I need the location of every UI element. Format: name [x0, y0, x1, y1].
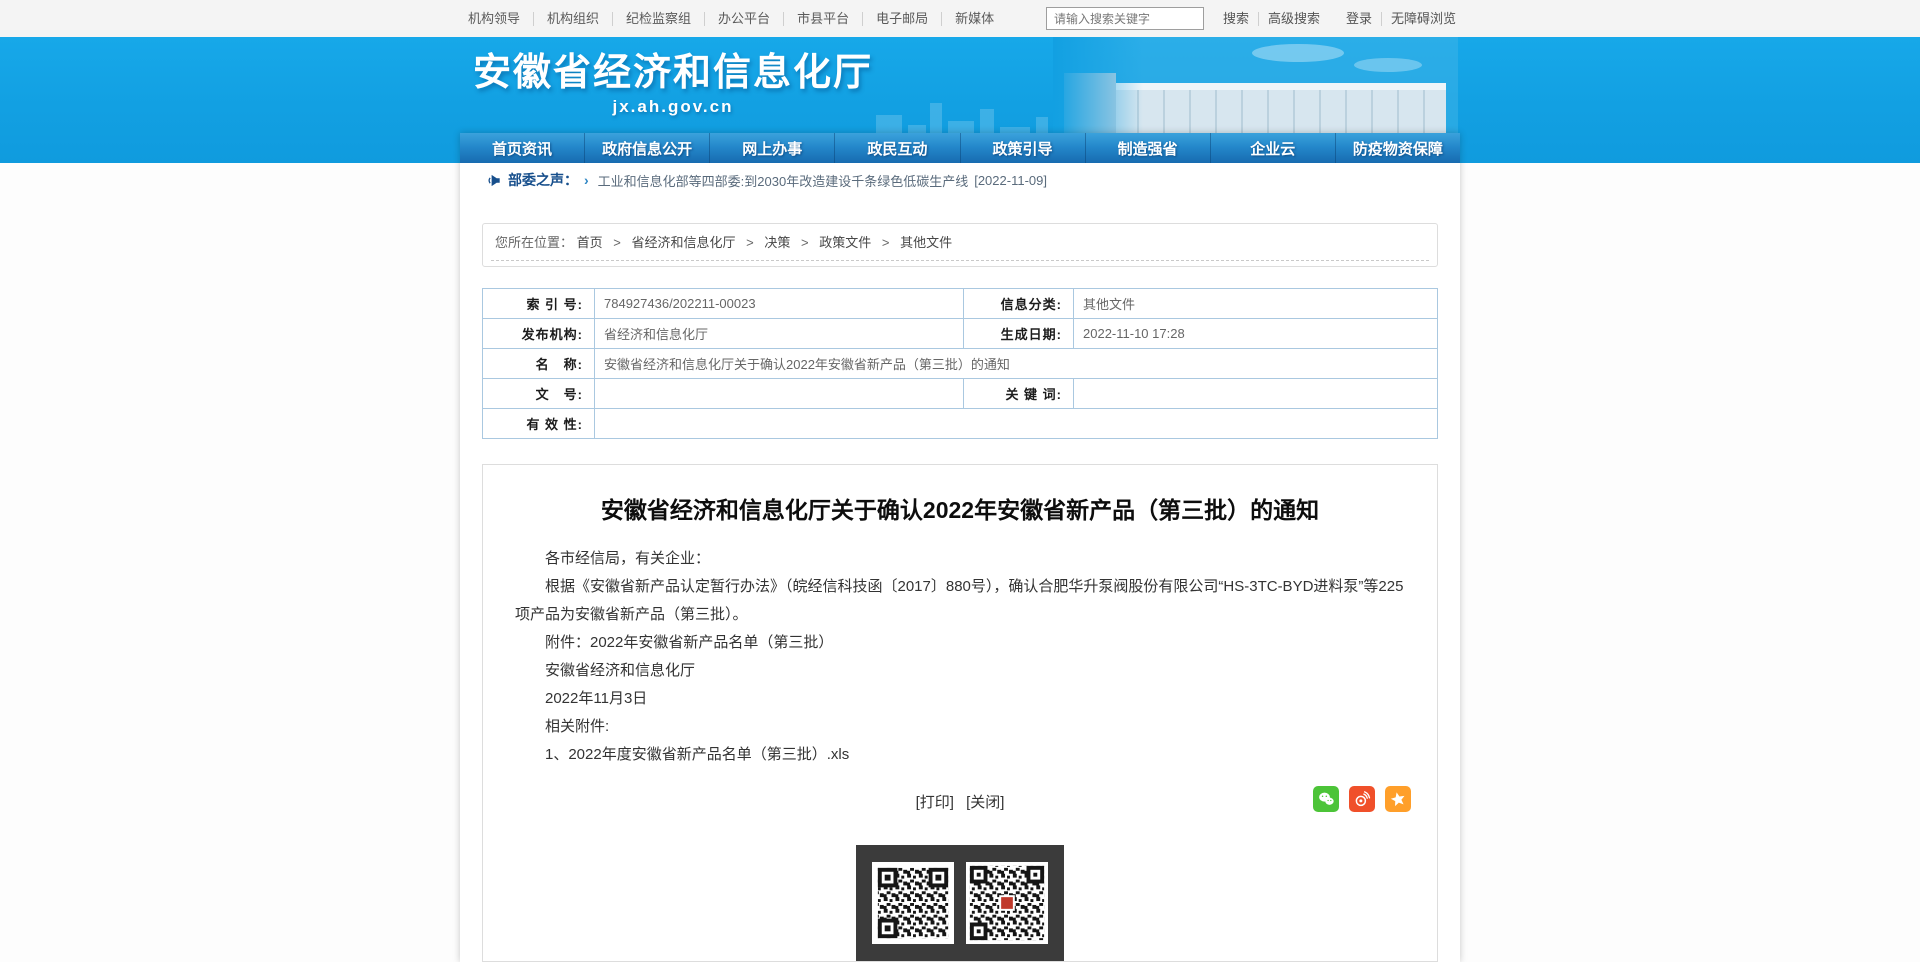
- topbar-link[interactable]: 新媒体: [942, 12, 1007, 26]
- attachment-file-link[interactable]: 1、2022年度安徽省新产品名单（第三批）.xls: [545, 746, 849, 763]
- meta-value: 2022-11-10 17:28: [1074, 319, 1438, 349]
- print-button[interactable]: [打印]: [916, 794, 954, 811]
- article-paragraph: 各市经信局，有关企业：: [515, 545, 1405, 573]
- ticker-label: 部委之声：: [508, 170, 578, 190]
- breadcrumb-link-home[interactable]: 首页: [577, 235, 603, 250]
- topbar-link[interactable]: 纪检监察组: [613, 12, 705, 26]
- site-url: jx.ah.gov.cn: [473, 97, 873, 117]
- meta-label: 索 引 号:: [483, 289, 595, 319]
- meta-value: 安徽省经济和信息化厅关于确认2022年安徽省新产品（第三批）的通知: [595, 349, 1438, 379]
- breadcrumb-separator: >: [746, 235, 754, 250]
- topbar-link[interactable]: 机构组织: [534, 12, 613, 26]
- nav-tab-epidemic[interactable]: 防疫物资保障: [1335, 133, 1460, 163]
- search-button[interactable]: 搜索: [1214, 12, 1259, 26]
- nav-tab-info-public[interactable]: 政府信息公开: [584, 133, 709, 163]
- article: 安徽省经济和信息化厅关于确认2022年安徽省新产品（第三批）的通知 各市经信局，…: [482, 464, 1438, 962]
- nav-tab-policy[interactable]: 政策引导: [960, 133, 1085, 163]
- meta-label: 名 称:: [483, 349, 595, 379]
- breadcrumb-link-policy-files[interactable]: 政策文件: [819, 235, 871, 250]
- breadcrumb: 您所在位置： 首页 > 省经济和信息化厅 > 决策 > 政策文件 > 其他文件: [482, 223, 1438, 267]
- meta-label: 关 键 词:: [964, 379, 1074, 409]
- article-signature: 安徽省经济和信息化厅: [515, 657, 1405, 685]
- qr-panel: [856, 845, 1064, 961]
- breadcrumb-prefix: 您所在位置：: [495, 235, 573, 250]
- page-title: 安徽省经济和信息化厅关于确认2022年安徽省新产品（第三批）的通知: [523, 494, 1397, 526]
- wechat-share-button[interactable]: [1313, 786, 1339, 812]
- table-row: 名 称: 安徽省经济和信息化厅关于确认2022年安徽省新产品（第三批）的通知: [483, 349, 1438, 379]
- table-row: 文 号: 关 键 词:: [483, 379, 1438, 409]
- search-input[interactable]: [1046, 7, 1204, 30]
- article-date: 2022年11月3日: [515, 685, 1405, 713]
- close-button[interactable]: [关闭]: [966, 794, 1004, 811]
- star-icon: [1387, 788, 1408, 809]
- breadcrumb-link-other-files[interactable]: 其他文件: [900, 235, 952, 250]
- breadcrumb-separator: >: [882, 235, 890, 250]
- favorite-share-button[interactable]: [1385, 786, 1411, 812]
- meta-label: 信息分类:: [964, 289, 1074, 319]
- meta-value: 省经济和信息化厅: [595, 319, 964, 349]
- nav-tab-home[interactable]: 首页资讯: [460, 133, 584, 163]
- meta-value: 其他文件: [1074, 289, 1438, 319]
- main-navigation: 首页资讯 政府信息公开 网上办事 政民互动 政策引导 制造强省 企业云 防疫物资…: [460, 133, 1460, 163]
- topbar-links: 机构领导 机构组织 纪检监察组 办公平台 市县平台 电子邮局 新媒体: [455, 12, 1007, 26]
- document-meta-table: 索 引 号: 784927436/202211-00023 信息分类: 其他文件…: [482, 288, 1438, 439]
- login-link[interactable]: 登录: [1337, 12, 1382, 26]
- article-paragraph: 附件：2022年安徽省新产品名单（第三批）: [515, 629, 1405, 657]
- qr-code: [966, 862, 1048, 944]
- dashed-divider: [491, 260, 1429, 261]
- topbar-link[interactable]: 办公平台: [705, 12, 784, 26]
- main-column: 首页资讯 政府信息公开 网上办事 政民互动 政策引导 制造强省 企业云 防疫物资…: [460, 133, 1460, 962]
- site-title: 安徽省经济和信息化厅: [473, 50, 873, 96]
- news-ticker: 部委之声： › 工业和信息化部等四部委:到2030年改造建设千条绿色低碳生产线 …: [460, 163, 1460, 197]
- topbar-link[interactable]: 机构领导: [455, 12, 534, 26]
- breadcrumb-link-decision[interactable]: 决策: [764, 235, 790, 250]
- meta-label: 有 效 性:: [483, 409, 595, 439]
- nav-tab-cloud[interactable]: 企业云: [1210, 133, 1335, 163]
- meta-label: 发布机构:: [483, 319, 595, 349]
- topbar-link[interactable]: 电子邮局: [863, 12, 942, 26]
- accessibility-link[interactable]: 无障碍浏览: [1382, 12, 1465, 26]
- ticker-date: [2022-11-09]: [974, 173, 1047, 188]
- table-row: 发布机构: 省经济和信息化厅 生成日期: 2022-11-10 17:28: [483, 319, 1438, 349]
- article-paragraph: 根据《安徽省新产品认定暂行办法》（皖经信科技函〔2017〕880号），确认合肥华…: [515, 573, 1405, 629]
- nav-tab-online[interactable]: 网上办事: [709, 133, 834, 163]
- table-row: 有 效 性:: [483, 409, 1438, 439]
- nav-tab-manufacture[interactable]: 制造强省: [1085, 133, 1210, 163]
- share-bar: [1313, 786, 1411, 812]
- qr-code: [872, 862, 954, 944]
- table-row: 索 引 号: 784927436/202211-00023 信息分类: 其他文件: [483, 289, 1438, 319]
- breadcrumb-link-department[interactable]: 省经济和信息化厅: [632, 235, 736, 250]
- breadcrumb-separator: >: [613, 235, 621, 250]
- breadcrumb-separator: >: [801, 235, 809, 250]
- wechat-icon: [1317, 790, 1335, 808]
- chevron-right-icon: ›: [584, 172, 589, 188]
- nav-tab-interaction[interactable]: 政民互动: [834, 133, 959, 163]
- megaphone-icon: [486, 173, 501, 188]
- meta-value: [1074, 379, 1438, 409]
- advanced-search-link[interactable]: 高级搜索: [1259, 12, 1329, 26]
- meta-value: 784927436/202211-00023: [595, 289, 964, 319]
- meta-value: [595, 379, 964, 409]
- meta-value: [595, 409, 1438, 439]
- related-attachments-label: 相关附件:: [515, 713, 1405, 741]
- meta-label: 文 号:: [483, 379, 595, 409]
- top-utility-bar: 机构领导 机构组织 纪检监察组 办公平台 市县平台 电子邮局 新媒体 搜索 高级…: [0, 0, 1920, 37]
- topbar-link[interactable]: 市县平台: [784, 12, 863, 26]
- meta-label: 生成日期:: [964, 319, 1074, 349]
- weibo-share-button[interactable]: [1349, 786, 1375, 812]
- weibo-icon: [1353, 790, 1371, 808]
- ticker-headline-link[interactable]: 工业和信息化部等四部委:到2030年改造建设千条绿色低碳生产线: [598, 171, 969, 190]
